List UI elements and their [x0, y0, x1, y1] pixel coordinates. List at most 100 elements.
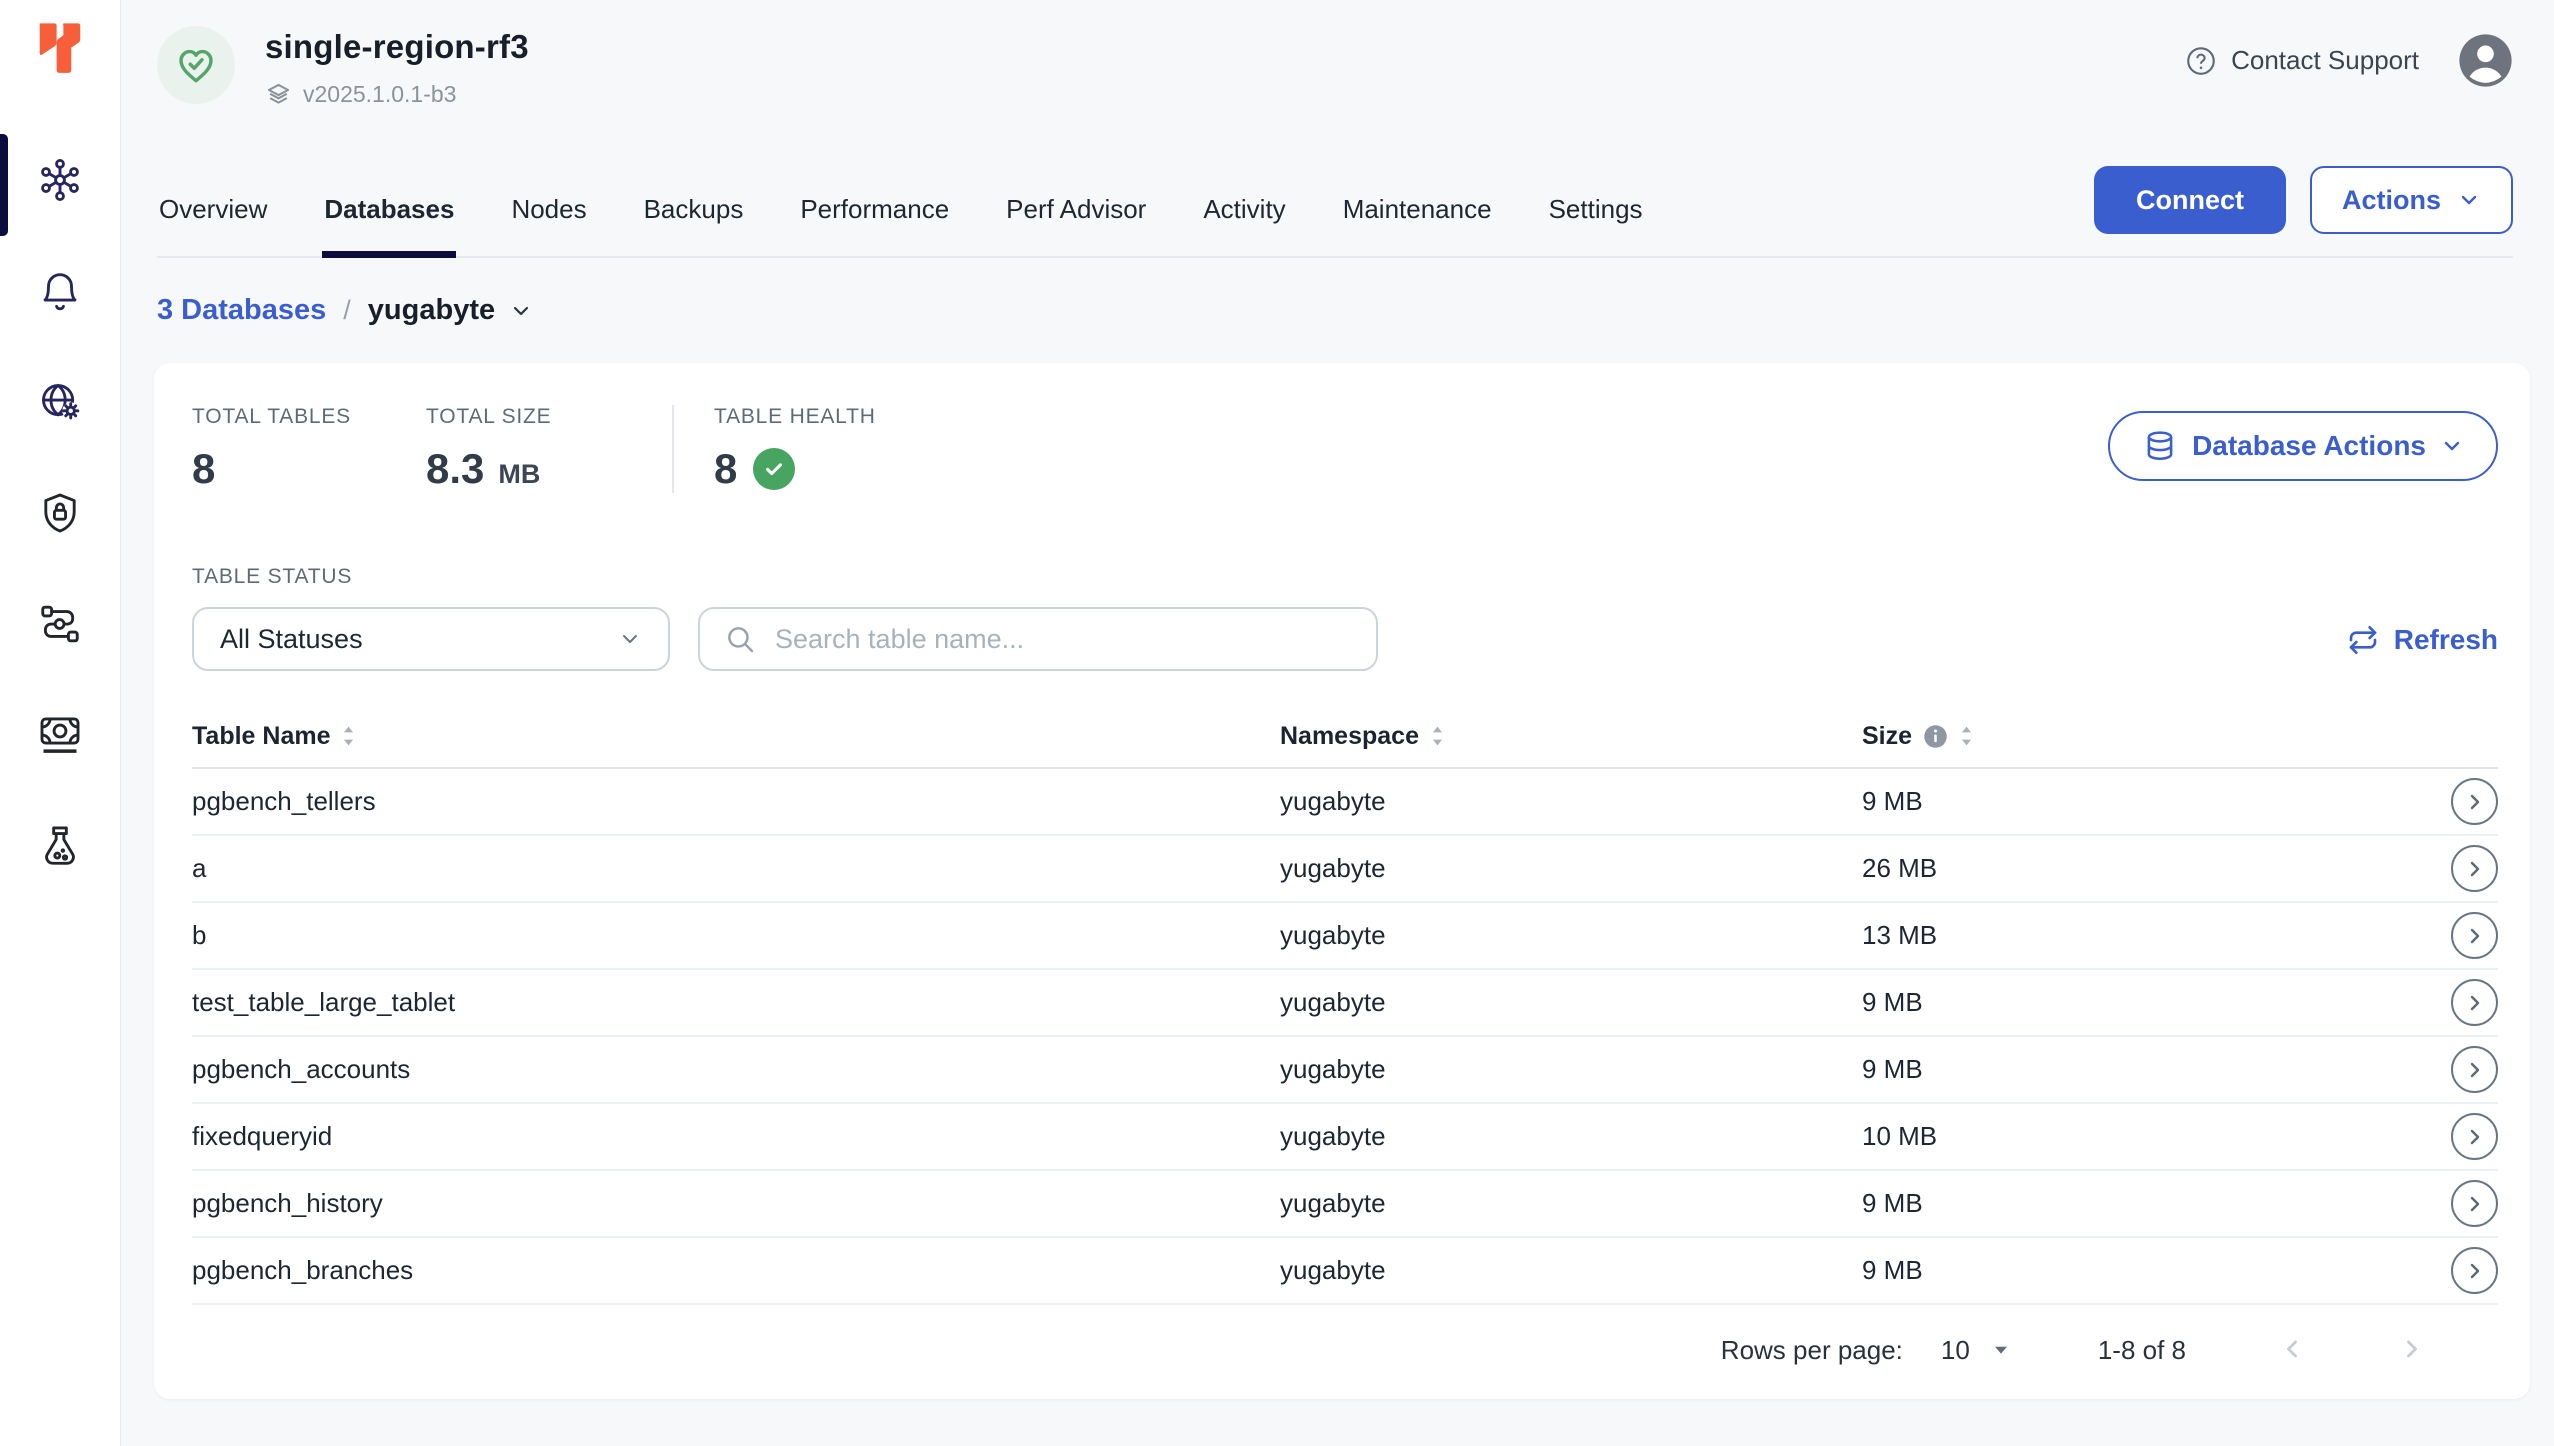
tab-performance[interactable]: Performance: [798, 194, 951, 256]
stats-row: TOTAL TABLES 8 TOTAL SIZE 8.3 MB TABLE H…: [192, 405, 2498, 493]
connect-button[interactable]: Connect: [2094, 166, 2286, 234]
next-page-button[interactable]: [2398, 1335, 2426, 1366]
stat-table-health-label: TABLE HEALTH: [714, 405, 876, 429]
table-row[interactable]: b yugabyte 13 MB: [192, 903, 2498, 970]
contact-support-label: Contact Support: [2231, 45, 2419, 76]
chevron-down-icon: [509, 299, 533, 323]
row-open-button[interactable]: [2451, 1247, 2498, 1294]
stat-total-size-value: 8.3: [426, 445, 484, 493]
tab-settings[interactable]: Settings: [1547, 194, 1645, 256]
sort-icon[interactable]: [1430, 724, 1445, 748]
table-search: [698, 607, 1378, 671]
table-row[interactable]: pgbench_tellers yugabyte 9 MB: [192, 769, 2498, 836]
row-open-button[interactable]: [2451, 979, 2498, 1026]
filters-left: TABLE STATUS All Statuses: [192, 565, 1378, 671]
stat-total-tables-label: TOTAL TABLES: [192, 405, 426, 429]
table-row[interactable]: pgbench_history yugabyte 9 MB: [192, 1171, 2498, 1238]
contact-support-link[interactable]: Contact Support: [2184, 44, 2419, 78]
row-open-button[interactable]: [2451, 778, 2498, 825]
breadcrumb-databases-link[interactable]: 3 Databases: [157, 294, 326, 327]
yugabyte-logo-icon[interactable]: [33, 20, 87, 78]
database-selector[interactable]: yugabyte: [368, 294, 533, 327]
automation-flow-icon[interactable]: [36, 600, 84, 648]
table-row[interactable]: a yugabyte 26 MB: [192, 836, 2498, 903]
rows-per-page-select[interactable]: 10: [1941, 1335, 2012, 1366]
sort-icon[interactable]: [341, 724, 356, 748]
sort-icon[interactable]: [1959, 724, 1974, 748]
cell-namespace: yugabyte: [1280, 920, 1862, 951]
database-icon: [2142, 428, 2178, 464]
tab-nodes[interactable]: Nodes: [509, 194, 588, 256]
column-header-size[interactable]: Size: [1862, 722, 2442, 751]
row-open-button[interactable]: [2451, 912, 2498, 959]
table-status-label: TABLE STATUS: [192, 565, 1378, 589]
row-open-button[interactable]: [2451, 845, 2498, 892]
topbar-right: Contact Support: [2184, 32, 2514, 89]
cluster-tabs: Overview Databases Nodes Backups Perform…: [157, 194, 1645, 256]
chevron-right-icon: [2463, 1259, 2487, 1283]
column-header-table-name[interactable]: Table Name: [192, 722, 1280, 751]
cell-table-name: b: [192, 920, 1280, 951]
chevron-left-icon: [2278, 1335, 2306, 1363]
table-row[interactable]: test_table_large_tablet yugabyte 9 MB: [192, 970, 2498, 1037]
actions-button[interactable]: Actions: [2310, 166, 2513, 234]
column-header-namespace[interactable]: Namespace: [1280, 722, 1862, 751]
security-shield-lock-icon[interactable]: [36, 489, 84, 537]
tab-backups[interactable]: Backups: [642, 194, 746, 256]
app-screen: single-region-rf3 v2025.1.0.1-b3: [0, 0, 2554, 1446]
cluster-title-block: single-region-rf3 v2025.1.0.1-b3: [265, 20, 529, 108]
database-actions-button[interactable]: Database Actions: [2108, 411, 2498, 481]
tab-overview[interactable]: Overview: [157, 194, 269, 256]
actions-button-label: Actions: [2342, 185, 2441, 216]
chevron-down-icon: [618, 627, 642, 651]
previous-page-button[interactable]: [2278, 1335, 2306, 1366]
tab-maintenance[interactable]: Maintenance: [1341, 194, 1494, 256]
search-input[interactable]: [773, 623, 1352, 656]
stat-total-tables-value: 8: [192, 445, 426, 493]
stat-table-health: TABLE HEALTH 8: [714, 405, 876, 493]
cell-size: 9 MB: [1862, 1054, 2442, 1085]
chevron-right-icon: [2463, 1058, 2487, 1082]
tab-databases[interactable]: Databases: [322, 194, 456, 256]
cell-table-name: pgbench_accounts: [192, 1054, 1280, 1085]
breadcrumb-separator: /: [343, 295, 351, 326]
chevron-right-icon: [2463, 790, 2487, 814]
cell-table-name: pgbench_tellers: [192, 786, 1280, 817]
row-open-button[interactable]: [2451, 1180, 2498, 1227]
row-open-button[interactable]: [2451, 1046, 2498, 1093]
database-selector-label: yugabyte: [368, 294, 495, 327]
alerts-bell-icon[interactable]: [36, 267, 84, 315]
cluster-nav-icon[interactable]: [36, 156, 84, 204]
tab-perf-advisor[interactable]: Perf Advisor: [1004, 194, 1148, 256]
cell-table-name: pgbench_history: [192, 1188, 1280, 1219]
table-row[interactable]: pgbench_branches yugabyte 9 MB: [192, 1238, 2498, 1305]
cell-size: 9 MB: [1862, 1255, 2442, 1286]
cluster-health-heart-icon: [157, 26, 235, 104]
tab-activity[interactable]: Activity: [1201, 194, 1287, 256]
stats-divider: [672, 405, 674, 493]
table-status-select[interactable]: All Statuses: [192, 607, 670, 671]
cell-size: 9 MB: [1862, 786, 2442, 817]
cell-namespace: yugabyte: [1280, 786, 1862, 817]
search-icon: [724, 623, 756, 655]
table-status-value: All Statuses: [220, 624, 363, 655]
breadcrumb: 3 Databases / yugabyte: [157, 294, 2513, 327]
cell-namespace: yugabyte: [1280, 853, 1862, 884]
row-open-button[interactable]: [2451, 1113, 2498, 1160]
chevron-right-icon: [2398, 1335, 2426, 1363]
stat-total-size-label: TOTAL SIZE: [426, 405, 672, 429]
chevron-right-icon: [2463, 1192, 2487, 1216]
table-row[interactable]: pgbench_accounts yugabyte 9 MB: [192, 1037, 2498, 1104]
cell-namespace: yugabyte: [1280, 1188, 1862, 1219]
cost-banknote-icon[interactable]: [36, 711, 84, 759]
regions-globe-gear-icon[interactable]: [36, 378, 84, 426]
table-row[interactable]: fixedqueryid yugabyte 10 MB: [192, 1104, 2498, 1171]
refresh-label: Refresh: [2394, 624, 2498, 656]
table-header-row: Table Name Namespace Size: [192, 705, 2498, 769]
stats: TOTAL TABLES 8 TOTAL SIZE 8.3 MB TABLE H…: [192, 405, 876, 493]
info-icon[interactable]: [1923, 724, 1948, 749]
labs-flask-icon[interactable]: [36, 822, 84, 870]
refresh-button[interactable]: Refresh: [2347, 624, 2498, 656]
topbar: single-region-rf3 v2025.1.0.1-b3: [121, 0, 2554, 148]
user-avatar[interactable]: [2457, 32, 2514, 89]
